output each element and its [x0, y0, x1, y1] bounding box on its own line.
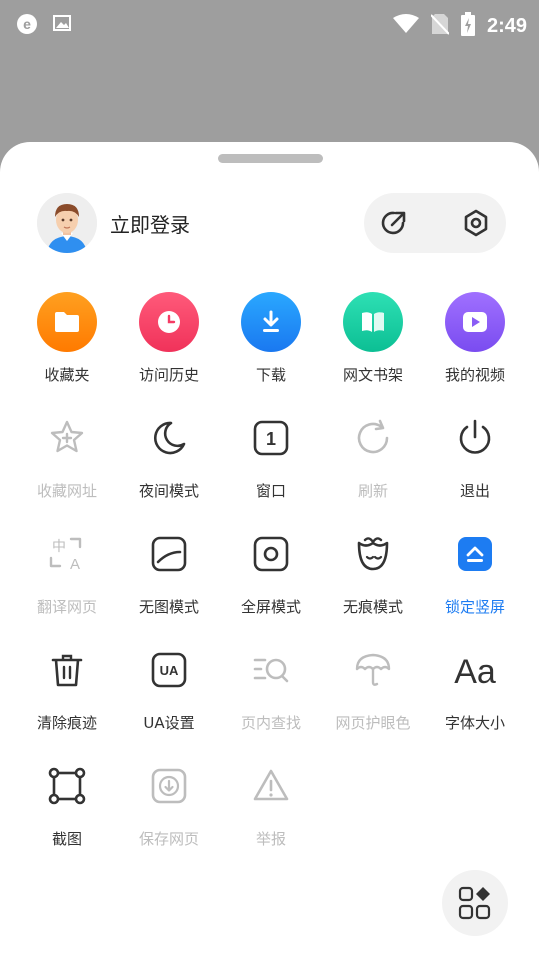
- font-size-glyph: Aa: [454, 653, 496, 690]
- refresh-icon: [343, 408, 403, 468]
- share-button[interactable]: [364, 193, 424, 253]
- report-label: 举报: [255, 830, 286, 848]
- ua-icon: UA: [139, 640, 199, 700]
- translate-label: 翻译网页: [36, 598, 97, 616]
- svg-text:A: A: [70, 556, 80, 573]
- settings-button[interactable]: [446, 193, 506, 253]
- find-in-page-label: 页内查找: [240, 714, 301, 732]
- moon-icon: [139, 408, 199, 468]
- avatar[interactable]: [37, 193, 97, 253]
- umbrella-icon: [343, 640, 403, 700]
- font-size-label: 字体大小: [444, 714, 505, 732]
- crop-icon: [37, 756, 97, 816]
- svg-text:中: 中: [52, 539, 66, 555]
- incognito-mask-icon: [343, 524, 403, 584]
- lock-portrait-icon: [445, 524, 505, 584]
- eye-care-label: 网页护眼色: [335, 714, 411, 732]
- screenshot-item[interactable]: 截图: [16, 756, 118, 866]
- image-notification-icon: [52, 13, 72, 39]
- translate-item[interactable]: 中 A 翻译网页: [16, 524, 118, 634]
- history-item[interactable]: 访问历史: [118, 292, 220, 402]
- status-bar: e 2:49: [0, 0, 539, 48]
- fullscreen-item[interactable]: 全屏模式: [220, 524, 322, 634]
- find-in-page-icon: [241, 640, 301, 700]
- bookshelf-item[interactable]: 网文书架: [322, 292, 424, 402]
- warning-icon: [241, 756, 301, 816]
- download-item[interactable]: 下载: [220, 292, 322, 402]
- profile-login[interactable]: 立即登录: [37, 193, 190, 253]
- eye-care-item[interactable]: 网页护眼色: [322, 640, 424, 750]
- clear-traces-item[interactable]: 清除痕迹: [16, 640, 118, 750]
- drag-handle[interactable]: [218, 154, 323, 163]
- lock-portrait-label: 锁定竖屏: [444, 598, 505, 616]
- add-bookmark-label: 收藏网址: [36, 482, 97, 500]
- star-plus-icon: [37, 408, 97, 468]
- download-label: 下载: [255, 366, 286, 384]
- download-icon: [241, 292, 301, 352]
- screenshot-label: 截图: [51, 830, 82, 848]
- bookshelf-label: 网文书架: [342, 366, 403, 384]
- report-item[interactable]: 举报: [220, 756, 322, 866]
- exit-item[interactable]: 退出: [424, 408, 526, 518]
- save-page-label: 保存网页: [138, 830, 199, 848]
- no-image-icon: [139, 524, 199, 584]
- hexagon-settings-icon: [464, 209, 488, 237]
- refresh-label: 刷新: [357, 482, 388, 500]
- login-label[interactable]: 立即登录: [110, 209, 190, 238]
- ua-badge-text: UA: [160, 663, 179, 678]
- night-mode-item[interactable]: 夜间模式: [118, 408, 220, 518]
- video-play-icon: [445, 292, 505, 352]
- trash-icon: [37, 640, 97, 700]
- battery-charging-icon: [460, 12, 475, 40]
- app-grid-icon: [458, 886, 491, 920]
- window-item[interactable]: 1 窗口: [220, 408, 322, 518]
- browser-notification-icon: e: [16, 13, 38, 39]
- window-count: 1: [266, 429, 276, 449]
- no-image-item[interactable]: 无图模式: [118, 524, 220, 634]
- clock-time: 2:49: [486, 14, 527, 37]
- find-in-page-item[interactable]: 页内查找: [220, 640, 322, 750]
- save-page-icon: [139, 756, 199, 816]
- font-size-icon: Aa: [445, 640, 505, 700]
- ua-settings-label: UA设置: [143, 714, 195, 732]
- clock-icon: [139, 292, 199, 352]
- fullscreen-label: 全屏模式: [240, 598, 301, 616]
- book-icon: [343, 292, 403, 352]
- my-videos-label: 我的视频: [444, 366, 505, 384]
- fullscreen-icon: [241, 524, 301, 584]
- save-page-item[interactable]: 保存网页: [118, 756, 220, 866]
- favorites-label: 收藏夹: [44, 366, 90, 384]
- window-count-icon: 1: [241, 408, 301, 468]
- night-mode-label: 夜间模式: [138, 482, 199, 500]
- incognito-label: 无痕模式: [342, 598, 403, 616]
- menu-sheet: 立即登录 收藏夹 访问历史 下载 网文书架 我的视频 收藏网址 夜间模式 1 窗…: [0, 142, 539, 963]
- no-sim-icon: [430, 13, 450, 39]
- no-image-label: 无图模式: [138, 598, 199, 616]
- power-icon: [445, 408, 505, 468]
- share-arrow-icon: [381, 211, 406, 235]
- lock-portrait-item[interactable]: 锁定竖屏: [424, 524, 526, 634]
- wifi-icon: [392, 14, 419, 38]
- font-size-item[interactable]: Aa 字体大小: [424, 640, 526, 750]
- svg-text:e: e: [23, 16, 31, 32]
- folder-icon: [37, 292, 97, 352]
- ua-settings-item[interactable]: UA UA设置: [118, 640, 220, 750]
- quick-actions: [364, 193, 506, 253]
- history-label: 访问历史: [138, 366, 199, 384]
- incognito-item[interactable]: 无痕模式: [322, 524, 424, 634]
- clear-traces-label: 清除痕迹: [36, 714, 97, 732]
- refresh-item[interactable]: 刷新: [322, 408, 424, 518]
- favorites-item[interactable]: 收藏夹: [16, 292, 118, 402]
- customize-menu-button[interactable]: [442, 870, 508, 936]
- my-videos-item[interactable]: 我的视频: [424, 292, 526, 402]
- exit-label: 退出: [459, 482, 490, 500]
- window-label: 窗口: [255, 482, 286, 500]
- add-bookmark-item[interactable]: 收藏网址: [16, 408, 118, 518]
- translate-icon: 中 A: [37, 524, 97, 584]
